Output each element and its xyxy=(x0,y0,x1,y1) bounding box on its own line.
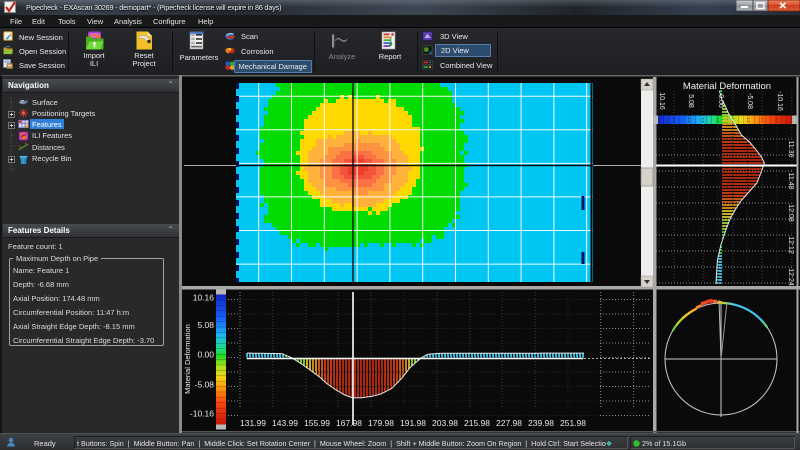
svg-text:227.98: 227.98 xyxy=(496,418,522,428)
svg-text:11:36: 11:36 xyxy=(787,141,794,158)
svg-text:131.99: 131.99 xyxy=(240,418,266,428)
svg-text:239.98: 239.98 xyxy=(528,418,554,428)
svg-text:11:48: 11:48 xyxy=(787,173,794,190)
svg-text:191.98: 191.98 xyxy=(400,418,426,428)
svg-text:-5.08: -5.08 xyxy=(746,93,753,109)
svg-text:251.98: 251.98 xyxy=(560,418,586,428)
svg-text:-10.16: -10.16 xyxy=(190,409,214,419)
svg-text:0.00: 0.00 xyxy=(197,349,214,359)
svg-text:12:24: 12:24 xyxy=(787,268,794,286)
svg-text:155.99: 155.99 xyxy=(304,418,330,428)
svg-text:179.98: 179.98 xyxy=(368,418,394,428)
svg-text:-5.08: -5.08 xyxy=(195,380,215,390)
svg-text:0.00: 0.00 xyxy=(717,94,724,108)
svg-text:143.99: 143.99 xyxy=(272,418,298,428)
svg-text:5.08: 5.08 xyxy=(687,94,694,108)
svg-text:203.98: 203.98 xyxy=(432,418,458,428)
svg-text:Material Deformation: Material Deformation xyxy=(683,81,771,92)
svg-text:10.16: 10.16 xyxy=(193,293,215,303)
svg-text:10.16: 10.16 xyxy=(658,92,665,110)
svg-text:5.08: 5.08 xyxy=(197,320,214,330)
svg-text:167.98: 167.98 xyxy=(336,418,362,428)
svg-text:12:08: 12:08 xyxy=(787,204,794,222)
svg-text:Material Deformation: Material Deformation xyxy=(183,324,192,394)
svg-text:215.98: 215.98 xyxy=(464,418,490,428)
svg-text:-10.16: -10.16 xyxy=(776,91,783,111)
svg-text:12:12: 12:12 xyxy=(787,236,794,254)
